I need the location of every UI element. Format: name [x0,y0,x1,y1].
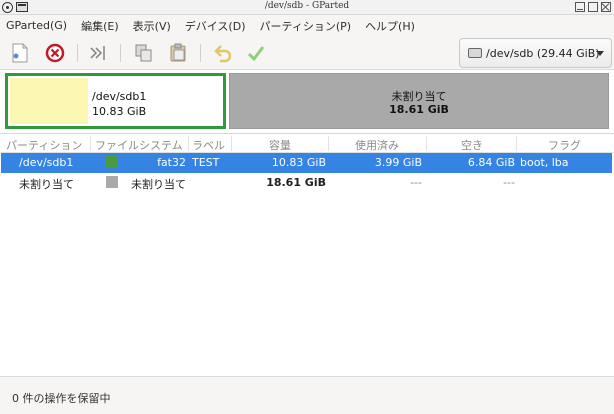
cell-size: 10.83 GiB [271,156,326,169]
column-divider[interactable] [90,136,91,151]
column-header-free[interactable]: 空き [461,137,483,153]
apply-button[interactable] [244,41,268,65]
menu-partition[interactable]: パーティション(P) [253,18,359,34]
status-bar: 0 件の操作を保留中 [0,376,614,414]
cell-free: 6.84 GiB [467,156,515,169]
graph-unallocated[interactable]: 未割り当て 18.61 GiB [229,73,609,129]
pending-operations-status: 0 件の操作を保留中 [12,392,111,405]
table-row[interactable]: /dev/sdb1 fat32 TEST 10.83 GiB 3.99 GiB … [1,153,612,173]
table-row[interactable]: 未割り当て 未割り当て 18.61 GiB --- --- [1,173,612,193]
menu-bar: GParted(G) 編集(E) 表示(V) デバイス(D) パーティション(P… [0,15,614,36]
menu-device[interactable]: デバイス(D) [178,18,253,34]
undo-icon [214,45,232,63]
menu-help[interactable]: ヘルプ(H) [358,18,422,34]
cell-filesystem: 未割り当て [131,178,186,191]
copy-button[interactable] [132,41,156,65]
graph-partition-name: /dev/sdb1 [92,90,147,103]
column-divider[interactable] [231,136,232,151]
cell-partition: 未割り当て [19,178,74,191]
toolbar-separator [200,44,201,62]
filesystem-color-swatch [106,176,118,188]
paste-button[interactable] [166,41,190,65]
copy-icon [135,44,152,62]
device-selector-label: /dev/sdb (29.44 GiB) [486,46,600,60]
new-partition-button[interactable] [8,41,32,65]
cell-filesystem: fat32 [157,156,186,169]
cell-label: TEST [192,156,220,169]
title-bar: /dev/sdb - GParted [0,0,614,15]
partition-table: パーティション ファイルシステム ラベル 容量 使用済み 空き フラグ /dev… [0,133,614,375]
maximize-button[interactable] [588,2,598,12]
minimize-button[interactable] [575,2,585,12]
delete-partition-icon [45,43,65,63]
new-partition-icon [12,43,28,63]
delete-partition-button[interactable] [43,41,67,65]
resize-move-button[interactable] [86,41,110,65]
column-divider[interactable] [516,136,517,151]
graph-unallocated-name: 未割り当て [391,90,447,103]
cell-partition: /dev/sdb1 [19,156,74,169]
window-title: /dev/sdb - GParted [264,1,350,11]
column-divider[interactable] [188,136,189,151]
graph-partition-used-area [10,78,88,124]
cell-size: 18.61 GiB [266,176,326,189]
disk-graph: /dev/sdb1 10.83 GiB 未割り当て 18.61 GiB [0,70,614,132]
drive-icon [468,48,482,58]
column-header-partition[interactable]: パーティション [6,137,82,153]
undo-button[interactable] [211,41,235,65]
cell-used: 3.99 GiB [374,156,422,169]
menu-gparted[interactable]: GParted(G) [0,19,74,32]
filesystem-color-swatch [106,156,118,168]
cell-used: --- [410,176,422,189]
graph-partition-sdb1[interactable]: /dev/sdb1 10.83 GiB [5,73,226,129]
chevron-down-icon [596,51,604,56]
column-header-label[interactable]: ラベル [192,137,225,153]
graph-partition-size: 10.83 GiB [92,105,147,118]
column-divider[interactable] [426,136,427,151]
menu-view[interactable]: 表示(V) [126,18,178,34]
resize-move-icon [90,46,105,60]
column-divider[interactable] [328,136,329,151]
table-header: パーティション ファイルシステム ラベル 容量 使用済み 空き フラグ [0,134,614,153]
device-selector[interactable]: /dev/sdb (29.44 GiB) [459,38,612,68]
column-header-used[interactable]: 使用済み [355,137,399,153]
toolbar-separator [120,44,121,62]
paste-icon [170,43,186,62]
cell-flags: boot, lba [520,156,569,169]
close-button[interactable] [601,2,611,12]
cell-free: --- [503,176,515,189]
menu-edit[interactable]: 編集(E) [74,18,126,34]
column-header-size[interactable]: 容量 [269,137,291,153]
graph-unallocated-size: 18.61 GiB [389,103,449,116]
column-header-filesystem[interactable]: ファイルシステム [95,137,183,153]
toolbar-separator [77,44,78,62]
column-header-flags[interactable]: フラグ [548,137,581,153]
apply-icon [247,46,265,62]
